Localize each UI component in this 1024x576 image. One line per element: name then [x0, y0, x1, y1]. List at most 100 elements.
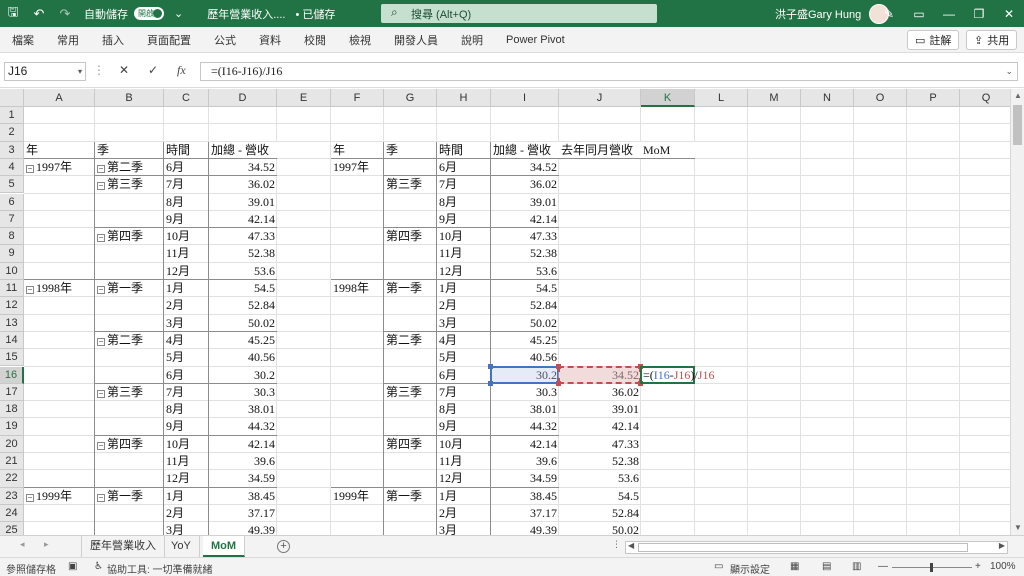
zoom-in-icon[interactable]: +: [975, 561, 981, 572]
formula-input[interactable]: =(I16-J16)/J16 ⌄: [200, 62, 1018, 81]
table-month-cell[interactable]: 7月: [437, 176, 491, 193]
pivot-revenue-cell[interactable]: 45.25: [209, 332, 277, 349]
page-break-view-icon[interactable]: ▥: [852, 561, 861, 572]
pivot-revenue-cell[interactable]: 38.01: [209, 401, 277, 418]
column-header-n[interactable]: N: [801, 89, 854, 107]
collapse-icon[interactable]: −: [97, 337, 105, 346]
table-prior-revenue-cell[interactable]: 52.38: [559, 453, 641, 470]
table-revenue-cell[interactable]: 54.5: [491, 280, 559, 297]
tab-page-layout[interactable]: 頁面配置: [147, 32, 191, 48]
scroll-down-icon[interactable]: ▼: [1011, 521, 1024, 535]
enter-icon[interactable]: ✓: [148, 63, 158, 77]
table-month-cell[interactable]: 2月: [437, 505, 491, 522]
pivot-revenue-cell[interactable]: 38.45: [209, 488, 277, 505]
pivot-month-cell[interactable]: 11月: [164, 453, 209, 470]
table-month-cell[interactable]: 8月: [437, 401, 491, 418]
row-header-5[interactable]: 5: [0, 176, 24, 194]
table-revenue-cell[interactable]: 34.59: [491, 470, 559, 487]
vertical-scroll-thumb[interactable]: [1013, 105, 1022, 145]
normal-view-icon[interactable]: ▦: [790, 561, 799, 572]
pivot-header-a[interactable]: 年: [24, 141, 95, 159]
pivot-revenue-cell[interactable]: 52.38: [209, 245, 277, 262]
table-month-cell[interactable]: 9月: [437, 418, 491, 435]
pivot-quarter-label[interactable]: − 第一季: [95, 488, 164, 505]
table-month-cell[interactable]: 12月: [437, 470, 491, 487]
pivot-revenue-cell[interactable]: 36.02: [209, 176, 277, 193]
row-header-17[interactable]: 17: [0, 383, 24, 402]
accessibility-status[interactable]: 協助工具: 一切準備就緒: [107, 561, 213, 576]
table-revenue-cell[interactable]: 50.02: [491, 315, 559, 332]
table-prior-revenue-cell[interactable]: 52.84: [559, 505, 641, 522]
collapse-icon[interactable]: −: [97, 441, 105, 450]
column-header-e[interactable]: E: [277, 89, 331, 107]
table-month-cell[interactable]: 12月: [437, 263, 491, 280]
table-revenue-cell[interactable]: 30.3: [491, 384, 559, 401]
pivot-month-cell[interactable]: 12月: [164, 470, 209, 487]
table-prior-revenue-cell[interactable]: 53.6: [559, 470, 641, 487]
pivot-revenue-cell[interactable]: 47.33: [209, 228, 277, 245]
pivot-quarter-label[interactable]: − 第四季: [95, 436, 164, 453]
undo-icon[interactable]: ↶: [26, 0, 52, 27]
pivot-month-cell[interactable]: 12月: [164, 263, 209, 280]
table-month-cell[interactable]: 9月: [437, 211, 491, 228]
table-month-cell[interactable]: 2月: [437, 297, 491, 314]
pivot-revenue-cell[interactable]: 52.84: [209, 297, 277, 314]
row-header-18[interactable]: 18: [0, 401, 24, 419]
row-header-24[interactable]: 24: [0, 504, 24, 523]
page-layout-view-icon[interactable]: ▤: [822, 561, 831, 572]
table-prior-revenue-cell[interactable]: 39.01: [559, 401, 641, 418]
table-year-label[interactable]: 1997年: [331, 159, 384, 176]
table-month-cell[interactable]: 11月: [437, 245, 491, 262]
pivot-quarter-label[interactable]: − 第二季: [95, 159, 164, 176]
table-year-label[interactable]: 1998年: [331, 280, 384, 297]
pivot-month-cell[interactable]: 6月: [164, 367, 209, 384]
table-header-f[interactable]: 年: [331, 141, 384, 159]
table-month-cell[interactable]: 11月: [437, 453, 491, 470]
table-revenue-cell[interactable]: 45.25: [491, 332, 559, 349]
table-header-k[interactable]: MoM: [641, 141, 695, 159]
sheet-tab-revenue[interactable]: 歷年營業收入: [81, 536, 165, 557]
table-revenue-cell[interactable]: 42.14: [491, 211, 559, 228]
row-header-16[interactable]: 16: [0, 366, 24, 384]
table-revenue-cell[interactable]: 39.6: [491, 453, 559, 470]
more-options-icon[interactable]: ⋮: [93, 63, 105, 77]
table-revenue-cell[interactable]: 44.32: [491, 418, 559, 435]
pivot-month-cell[interactable]: 10月: [164, 436, 209, 453]
table-revenue-cell[interactable]: 34.52: [491, 159, 559, 176]
pivot-revenue-cell[interactable]: 53.6: [209, 263, 277, 280]
column-header-j[interactable]: J: [559, 89, 641, 107]
zoom-level[interactable]: 100%: [990, 561, 1016, 572]
collapse-icon[interactable]: −: [97, 164, 105, 173]
row-header-10[interactable]: 10: [0, 262, 24, 280]
row-header-23[interactable]: 23: [0, 487, 24, 505]
pivot-year-label[interactable]: −1999年: [24, 488, 95, 505]
pivot-month-cell[interactable]: 10月: [164, 228, 209, 245]
resize-handle[interactable]: [488, 380, 493, 386]
horizontal-scrollbar[interactable]: ◀ ▶: [625, 541, 1008, 554]
table-month-cell[interactable]: 10月: [437, 228, 491, 245]
table-quarter-label[interactable]: 第三季: [384, 176, 437, 193]
table-month-cell[interactable]: 6月: [437, 367, 491, 384]
pivot-revenue-cell[interactable]: 54.5: [209, 280, 277, 297]
row-header-21[interactable]: 21: [0, 453, 24, 471]
pivot-month-cell[interactable]: 3月: [164, 522, 209, 535]
autosave-toggle[interactable]: 開啟: [134, 7, 164, 20]
tab-power-pivot[interactable]: Power Pivot: [506, 34, 565, 46]
table-month-cell[interactable]: 4月: [437, 332, 491, 349]
table-quarter-label[interactable]: 第一季: [384, 488, 437, 505]
column-header-q[interactable]: Q: [960, 89, 1010, 107]
row-header-7[interactable]: 7: [0, 210, 24, 229]
pivot-year-label[interactable]: −1998年: [24, 280, 95, 297]
save-icon[interactable]: 🖫: [0, 0, 26, 27]
tab-data[interactable]: 資料: [259, 32, 281, 48]
ribbon-display-icon[interactable]: ▭: [904, 0, 934, 27]
table-quarter-label[interactable]: 第二季: [384, 332, 437, 349]
resize-handle[interactable]: [556, 363, 561, 369]
collapse-icon[interactable]: −: [97, 234, 105, 243]
row-header-11[interactable]: 11: [0, 280, 24, 298]
collapse-icon[interactable]: −: [26, 493, 34, 502]
column-header-f[interactable]: F: [331, 89, 384, 107]
column-header-h[interactable]: H: [437, 89, 491, 107]
pivot-revenue-cell[interactable]: 49.39: [209, 522, 277, 535]
add-sheet-icon[interactable]: +: [277, 540, 290, 553]
